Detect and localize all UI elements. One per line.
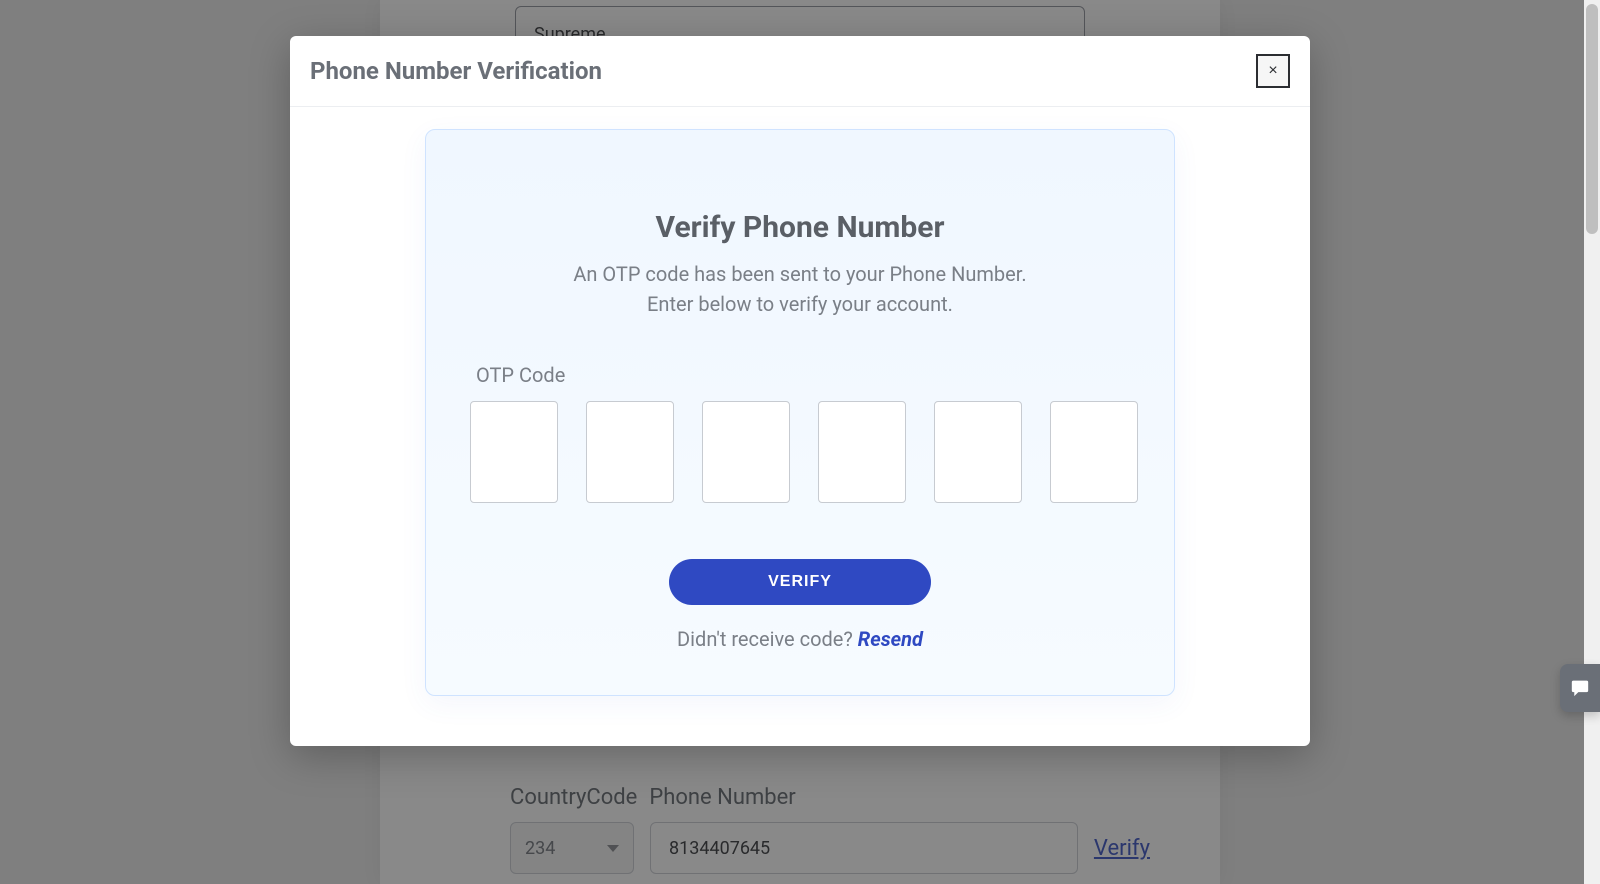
modal-title: Phone Number Verification xyxy=(310,57,602,85)
resend-row: Didn't receive code? Resend xyxy=(470,627,1130,651)
verify-heading: Verify Phone Number xyxy=(470,210,1130,245)
otp-input-5[interactable] xyxy=(934,401,1022,503)
page-scrollbar[interactable] xyxy=(1584,0,1600,884)
close-button[interactable]: × xyxy=(1256,54,1290,88)
scrollbar-thumb[interactable] xyxy=(1586,4,1598,234)
otp-label: OTP Code xyxy=(470,363,1130,387)
verify-description-line1: An OTP code has been sent to your Phone … xyxy=(573,262,1026,286)
close-icon: × xyxy=(1268,63,1277,79)
verify-panel: Verify Phone Number An OTP code has been… xyxy=(425,129,1175,696)
chat-icon xyxy=(1570,679,1590,697)
chat-widget-button[interactable] xyxy=(1560,664,1600,712)
modal-header: Phone Number Verification × xyxy=(290,36,1310,107)
verify-description: An OTP code has been sent to your Phone … xyxy=(470,259,1130,319)
verify-description-line2: Enter below to verify your account. xyxy=(647,292,953,316)
otp-input-6[interactable] xyxy=(1050,401,1138,503)
resend-link[interactable]: Resend xyxy=(858,627,923,651)
otp-input-3[interactable] xyxy=(702,401,790,503)
otp-input-1[interactable] xyxy=(470,401,558,503)
otp-input-2[interactable] xyxy=(586,401,674,503)
resend-prompt: Didn't receive code? xyxy=(677,627,858,651)
otp-input-row xyxy=(470,401,1130,503)
verify-button[interactable]: VERIFY xyxy=(669,559,931,605)
verification-modal: Phone Number Verification × Verify Phone… xyxy=(290,36,1310,746)
modal-body: Verify Phone Number An OTP code has been… xyxy=(290,107,1310,746)
modal-overlay[interactable]: Phone Number Verification × Verify Phone… xyxy=(0,0,1600,884)
otp-input-4[interactable] xyxy=(818,401,906,503)
